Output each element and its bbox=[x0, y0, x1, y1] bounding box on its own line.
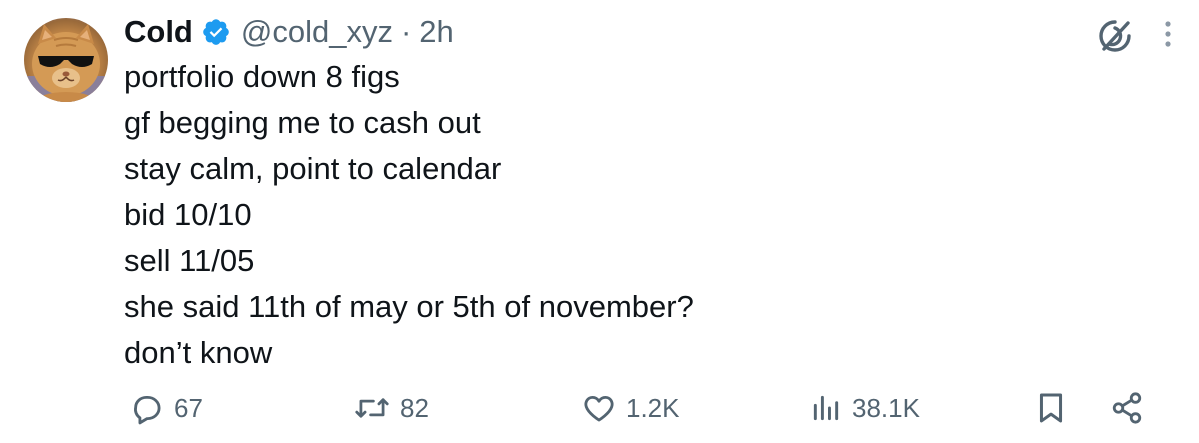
author-handle[interactable]: @cold_xyz bbox=[241, 14, 393, 50]
like-count: 1.2K bbox=[626, 392, 680, 423]
post-text-line: she said 11th of may or 5th of november? bbox=[124, 289, 694, 324]
views-button[interactable]: 38.1K bbox=[810, 386, 920, 430]
heart-icon bbox=[582, 391, 616, 425]
post-text-line: portfolio down 8 figs bbox=[124, 59, 400, 94]
repost-icon bbox=[354, 391, 390, 425]
tweet[interactable]: Cold @cold_xyz · 2h portfolio down 8 fig… bbox=[0, 0, 1199, 443]
more-options-icon[interactable] bbox=[1158, 14, 1178, 54]
repost-button[interactable]: 82 bbox=[354, 386, 429, 430]
separator-dot: · bbox=[400, 14, 412, 49]
post-text-line: sell 11/05 bbox=[124, 243, 255, 278]
post-text-line: don’t know bbox=[124, 335, 273, 370]
views-count: 38.1K bbox=[852, 392, 920, 423]
display-name[interactable]: Cold bbox=[124, 14, 193, 50]
share-icon bbox=[1110, 391, 1144, 425]
reply-icon bbox=[130, 391, 164, 425]
verified-badge-icon[interactable] bbox=[201, 17, 231, 47]
action-bar: 67 82 1.2K 38.1K bbox=[0, 386, 1199, 430]
post-text-line: gf begging me to cash out bbox=[124, 105, 481, 140]
post-text-line: bid 10/10 bbox=[124, 197, 252, 232]
post-text-line: stay calm, point to calendar bbox=[124, 151, 502, 186]
reply-button[interactable]: 67 bbox=[130, 386, 203, 430]
avatar[interactable] bbox=[24, 18, 108, 102]
grok-icon[interactable] bbox=[1095, 16, 1135, 56]
share-button[interactable] bbox=[1110, 386, 1144, 430]
bookmark-button[interactable] bbox=[1036, 386, 1066, 430]
post-text: portfolio down 8 figs gf begging me to c… bbox=[124, 54, 1164, 376]
post-time[interactable]: 2h bbox=[419, 14, 453, 50]
repost-count: 82 bbox=[400, 392, 429, 423]
reply-count: 67 bbox=[174, 392, 203, 423]
like-button[interactable]: 1.2K bbox=[582, 386, 680, 430]
bookmark-icon bbox=[1036, 391, 1066, 425]
views-icon bbox=[810, 391, 842, 425]
post-header: Cold @cold_xyz · 2h bbox=[124, 10, 454, 54]
